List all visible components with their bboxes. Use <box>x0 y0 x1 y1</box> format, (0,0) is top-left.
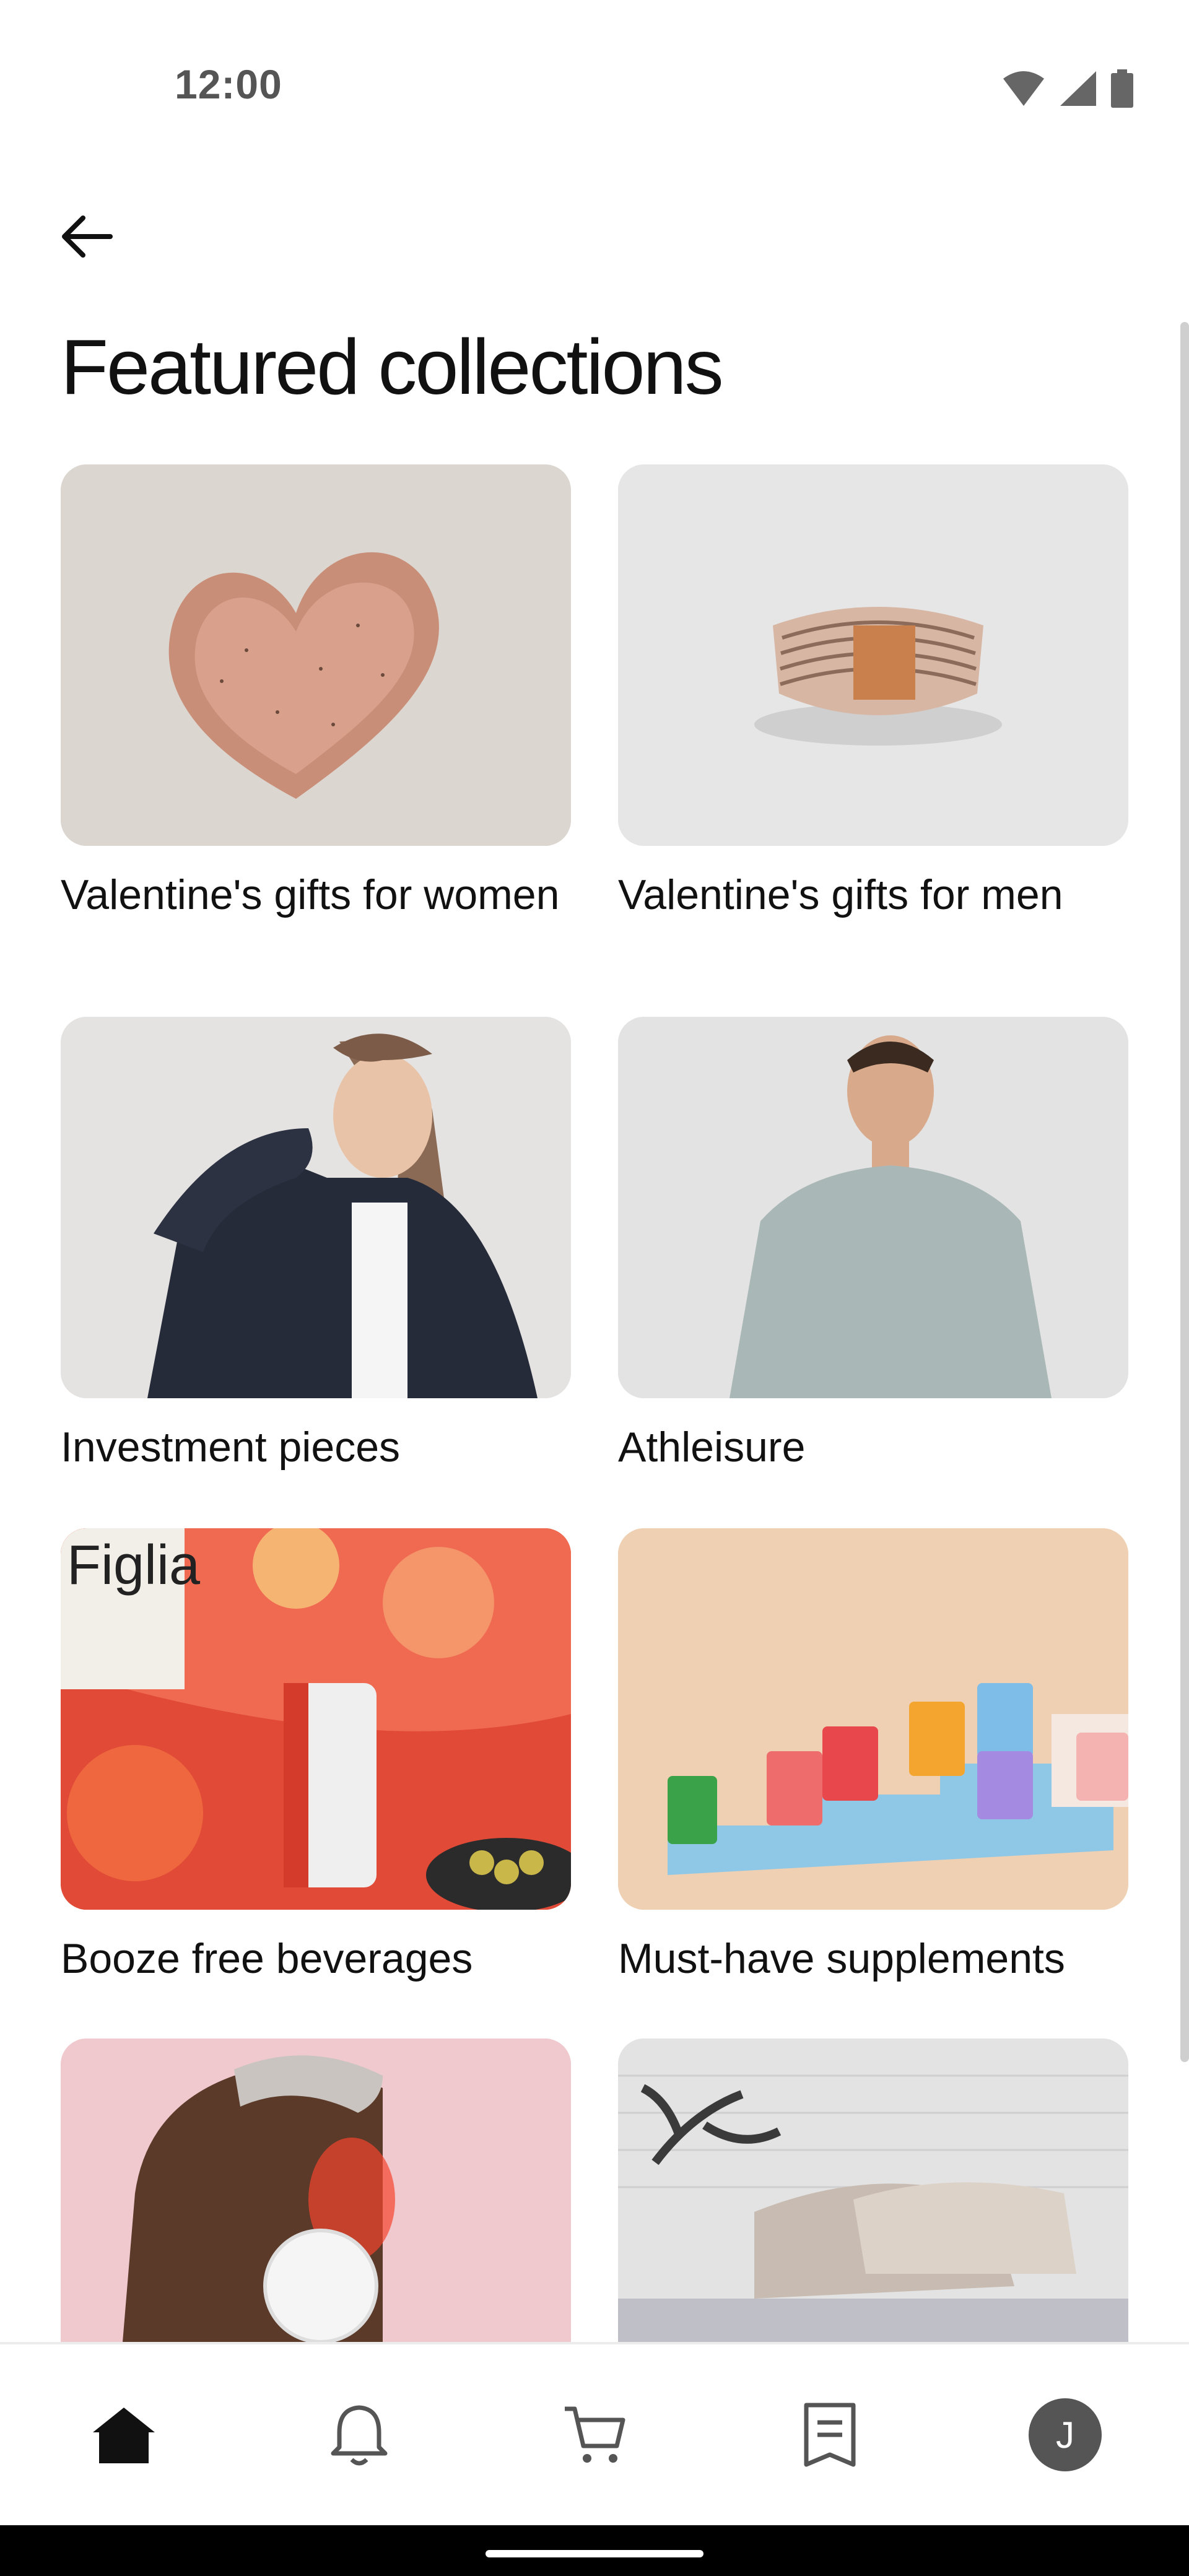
collection-card[interactable]: Valentine's gifts for women <box>61 464 571 916</box>
avatar: J <box>1029 2398 1102 2471</box>
collection-card[interactable]: Valentine's gifts for men <box>618 464 1128 916</box>
svg-text:Figlia: Figlia <box>67 1534 201 1596</box>
collection-label: Athleisure <box>618 1424 806 1471</box>
home-icon <box>93 2408 155 2463</box>
collection-card[interactable]: Athleisure <box>618 1017 1128 1469</box>
collection-image-lightstim[interactable] <box>61 2039 571 2342</box>
status-icons <box>1002 69 1133 108</box>
bedding-illustration <box>618 2039 1128 2342</box>
scrollbar[interactable] <box>1180 322 1189 2062</box>
nav-orders[interactable] <box>793 2398 867 2472</box>
collection-label: Valentine's gifts for men <box>618 871 1063 918</box>
beverages-illustration: Figlia <box>61 1528 571 1910</box>
status-bar: 12:00 <box>0 0 1189 161</box>
bell-icon <box>331 2405 388 2466</box>
collection-label: Investment pieces <box>61 1424 401 1471</box>
battery-icon <box>1111 69 1133 108</box>
receipt-icon <box>804 2403 856 2467</box>
collection-card[interactable] <box>618 2039 1128 2369</box>
nav-profile[interactable]: J <box>1028 2398 1102 2472</box>
ring-illustration <box>618 464 1128 846</box>
collection-image-supplements[interactable] <box>618 1528 1128 1910</box>
nav-home[interactable] <box>87 2398 161 2472</box>
back-button[interactable] <box>54 204 119 269</box>
collection-label: Valentine's gifts for women <box>61 871 560 918</box>
collection-image-beverages[interactable]: Figlia <box>61 1528 571 1910</box>
heart-dish-illustration <box>61 464 571 846</box>
collection-image-heart-dish[interactable] <box>61 464 571 846</box>
collection-image-bedding[interactable] <box>618 2039 1128 2342</box>
wifi-icon <box>1003 71 1044 106</box>
collection-image-ring[interactable] <box>618 464 1128 846</box>
bottom-navigation: J <box>0 2342 1189 2525</box>
nav-cart[interactable] <box>557 2398 632 2472</box>
collection-card[interactable]: Must-have supplements <box>618 1528 1128 1980</box>
man-sweatshirt-illustration <box>618 1017 1128 1398</box>
collection-label: Must-have supplements <box>618 1935 1065 1982</box>
collection-card[interactable]: Figlia Booze free beverages <box>61 1528 571 1980</box>
nav-notifications[interactable] <box>322 2398 396 2472</box>
collection-card[interactable] <box>61 2039 571 2369</box>
supplements-illustration <box>618 1528 1128 1910</box>
collection-image-sweatshirt[interactable] <box>618 1017 1128 1398</box>
page-title: Featured collections <box>61 323 724 411</box>
signal-icon <box>1060 71 1096 106</box>
woman-device-illustration <box>61 2039 571 2342</box>
collection-image-blazer[interactable] <box>61 1017 571 1398</box>
collection-label: Booze free beverages <box>61 1935 473 1982</box>
collection-card[interactable]: Investment pieces <box>61 1017 571 1469</box>
status-time: 12:00 <box>175 61 282 107</box>
arrow-left-icon <box>62 215 113 258</box>
woman-blazer-illustration <box>61 1017 571 1398</box>
gesture-handle[interactable] <box>486 2550 703 2557</box>
cart-icon <box>565 2406 625 2463</box>
